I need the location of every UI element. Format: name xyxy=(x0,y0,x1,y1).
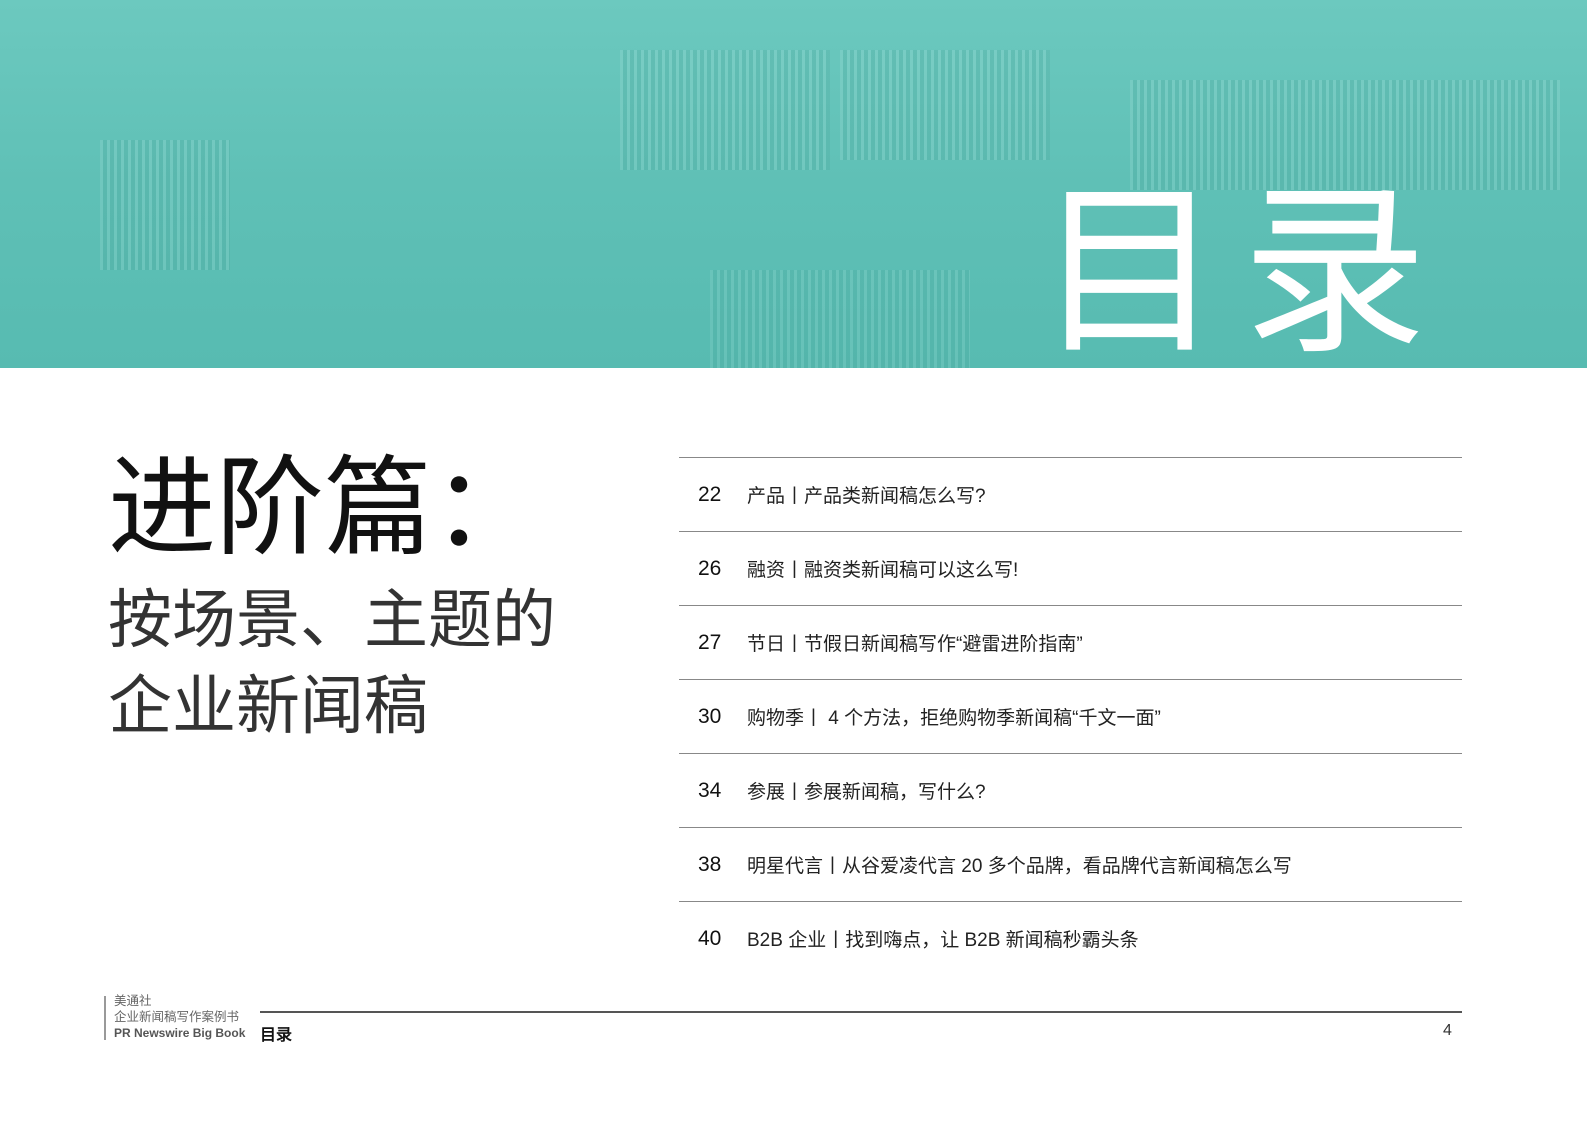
toc-entry-title: 参展丨参展新闻稿，写什么? xyxy=(747,782,986,803)
table-of-contents: 22 产品丨产品类新闻稿怎么写? 26 融资丨融资类新闻稿可以这么写! 27 节日丨节… xyxy=(679,457,1462,975)
toc-entry[interactable]: 38 明星代言丨从谷爱凌代言 20 多个品牌，看品牌代言新闻稿怎么写 xyxy=(679,827,1462,901)
subtitle-line: 按场景、主题的 xyxy=(108,584,556,658)
footer-section-name: 目录 xyxy=(260,1027,293,1044)
bookshelf-decoration xyxy=(620,50,830,170)
book-title-cn: 企业新闻稿写作案例书 xyxy=(114,1010,240,1024)
toc-page-number: 38 xyxy=(698,852,722,876)
toc-entry-title: 明星代言丨从谷爱凌代言 20 多个品牌，看品牌代言新闻稿怎么写 xyxy=(747,856,1292,877)
toc-entry[interactable]: 40 B2B 企业丨找到嗨点，让 B2B 新闻稿秒霸头条 xyxy=(679,901,1462,975)
header-banner-image: 目录 xyxy=(0,0,1587,368)
toc-page-number: 40 xyxy=(698,926,722,950)
subtitle-line: 企业新闻稿 xyxy=(108,670,428,744)
toc-page-number: 34 xyxy=(698,778,722,802)
toc-entry-title: 产品丨产品类新闻稿怎么写? xyxy=(747,486,986,507)
footer-divider xyxy=(104,996,106,1040)
toc-entry[interactable]: 27 节日丨节假日新闻稿写作“避雷进阶指南” xyxy=(679,605,1462,679)
toc-page-number: 30 xyxy=(698,704,722,728)
bookshelf-decoration xyxy=(710,270,970,368)
section-subtitle: 按场景、主题的 企业新闻稿 xyxy=(108,578,556,750)
page-number: 4 xyxy=(1443,1022,1452,1039)
banner-title: 目录 xyxy=(1037,164,1447,368)
toc-entry-title: 融资丨融资类新闻稿可以这么写! xyxy=(747,560,1019,581)
brand-name: 美通社 xyxy=(114,994,152,1008)
toc-entry-title: 购物季丨 4 个方法，拒绝购物季新闻稿“千文一面” xyxy=(747,708,1161,729)
toc-entry[interactable]: 30 购物季丨 4 个方法，拒绝购物季新闻稿“千文一面” xyxy=(679,679,1462,753)
toc-page-number: 22 xyxy=(698,482,722,506)
toc-entry[interactable]: 22 产品丨产品类新闻稿怎么写? xyxy=(679,457,1462,531)
toc-entry[interactable]: 26 融资丨融资类新闻稿可以这么写! xyxy=(679,531,1462,605)
footer-brand: 美通社 企业新闻稿写作案例书 PR Newswire Big Book xyxy=(114,993,245,1041)
toc-page-number: 27 xyxy=(698,630,722,654)
toc-entry[interactable]: 34 参展丨参展新闻稿，写什么? xyxy=(679,753,1462,827)
bookshelf-decoration xyxy=(840,50,1050,160)
toc-page-number: 26 xyxy=(698,556,722,580)
footer-rule xyxy=(260,1011,1462,1013)
book-title-en: PR Newswire Big Book xyxy=(114,1026,246,1040)
toc-entry-title: B2B 企业丨找到嗨点，让 B2B 新闻稿秒霸头条 xyxy=(747,930,1139,951)
section-title: 进阶篇： xyxy=(108,446,541,571)
bookshelf-decoration xyxy=(100,140,230,270)
toc-entry-title: 节日丨节假日新闻稿写作“避雷进阶指南” xyxy=(747,634,1083,655)
